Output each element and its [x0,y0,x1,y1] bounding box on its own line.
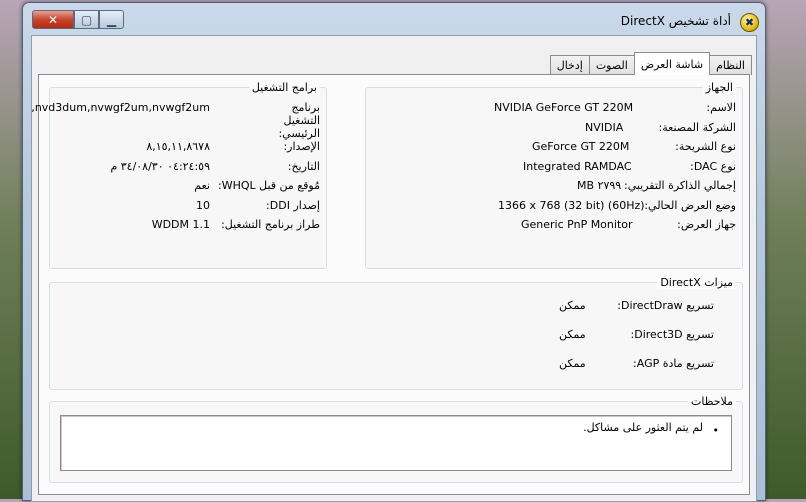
whql-label: مُوقع من قبل WHQL: [217,179,320,192]
device-name-label: الاسم: [706,101,736,114]
display-mode-label: وضع العرض الحالي: [644,199,736,212]
tab-sound[interactable]: الصوت [588,55,635,75]
directx-features-title: ميزات DirectX [657,276,736,289]
agp-value: ممكن [559,357,586,370]
device-name-value: NVIDIA GeForce GT 220M [494,101,634,114]
total-memory-label: إجمالي الذاكرة التقريبي: [623,179,736,192]
notes-group: ملاحظات • لم يتم العثور على مشاكل. [49,395,743,483]
manufacturer-value: NVIDIA [585,121,624,134]
date-value: ٠٤:٢٤:٥٩ ٣٤/٠٨/٣٠ م [110,160,210,173]
main-driver-label: برنامج التشغيل الرئيسي: [278,101,320,140]
notes-item: لم يتم العثور على مشاكل. [583,421,703,434]
ddi-version-value: 10 [196,199,210,212]
date-label: التاريخ: [287,160,320,173]
drivers-group-title: برامج التشغيل [248,81,320,94]
window-controls: ✕ ▢ ▁ [32,10,124,29]
directx-window: ✕ ▢ ▁ أداة تشخيص DirectX ✖ النظام شاشة ا… [22,2,766,502]
driver-model-label: طراز برنامج التشغيل: [221,218,320,231]
dac-type-value: Integrated RAMDAC [523,160,632,173]
title-bar[interactable]: ✕ ▢ ▁ أداة تشخيص DirectX ✖ [23,3,765,35]
bullet-icon: • [712,424,720,437]
monitor-value: Generic PnP Monitor [521,218,633,231]
total-memory-value: MB ٢٧٩٩ [577,179,622,192]
monitor-label: جهاز العرض: [677,218,736,231]
tab-input[interactable]: إدخال [549,55,590,75]
manufacturer-label: الشركة المصنعة: [658,121,736,134]
minimize-button[interactable]: ▁ [99,10,124,29]
tab-display[interactable]: شاشة العرض [633,52,711,75]
directx-features-group: ميزات DirectX تسريع DirectDraw: ممكن تسر… [49,276,743,390]
direct3d-label: تسريع Direct3D: [630,328,714,341]
device-group-title: الجهاز [702,81,736,94]
notes-textbox[interactable]: • لم يتم العثور على مشاكل. [60,415,732,471]
tab-strip: النظام شاشة العرض الصوت إدخال [549,52,752,75]
maximize-button[interactable]: ▢ [74,10,99,29]
close-icon: ✕ [47,12,59,27]
maximize-icon: ▢ [80,12,93,27]
tab-system[interactable]: النظام [709,55,752,75]
display-mode-value: 1366 x 768 (32 bit) (60Hz) [498,199,645,212]
version-label: الإصدار: [283,140,320,153]
close-button[interactable]: ✕ [32,10,74,29]
notes-title: ملاحظات [688,395,736,408]
whql-value: نعم [194,179,210,192]
minimize-icon: ▁ [106,12,117,27]
main-driver-value: nvd3dum,nvwgf2um,nvwgf2um, [31,101,210,114]
chip-type-label: نوع الشريحة: [675,140,736,153]
dialog-client-area: النظام شاشة العرض الصوت إدخال الجهاز الا… [31,35,757,502]
direct3d-value: ممكن [559,328,586,341]
display-tab-panel: الجهاز الاسم: NVIDIA GeForce GT 220M الش… [31,74,750,495]
agp-label: تسريع مادة AGP: [633,357,714,370]
chip-type-value: GeForce GT 220M [532,140,630,153]
drivers-group: برامج التشغيل برنامج التشغيل الرئيسي: nv… [31,81,327,269]
device-group: الجهاز الاسم: NVIDIA GeForce GT 220M الش… [365,81,743,269]
directx-app-icon: ✖ [740,13,759,32]
directdraw-value: ممكن [559,299,586,312]
ddi-version-label: إصدار DDI: [266,199,320,212]
dac-type-label: نوع DAC: [690,160,736,173]
version-value: ٨,١٥,١١,٨٦٧٨ [146,140,210,153]
window-title: أداة تشخيص DirectX [620,14,731,28]
directdraw-label: تسريع DirectDraw: [617,299,714,312]
driver-model-value: WDDM 1.1 [151,218,210,231]
